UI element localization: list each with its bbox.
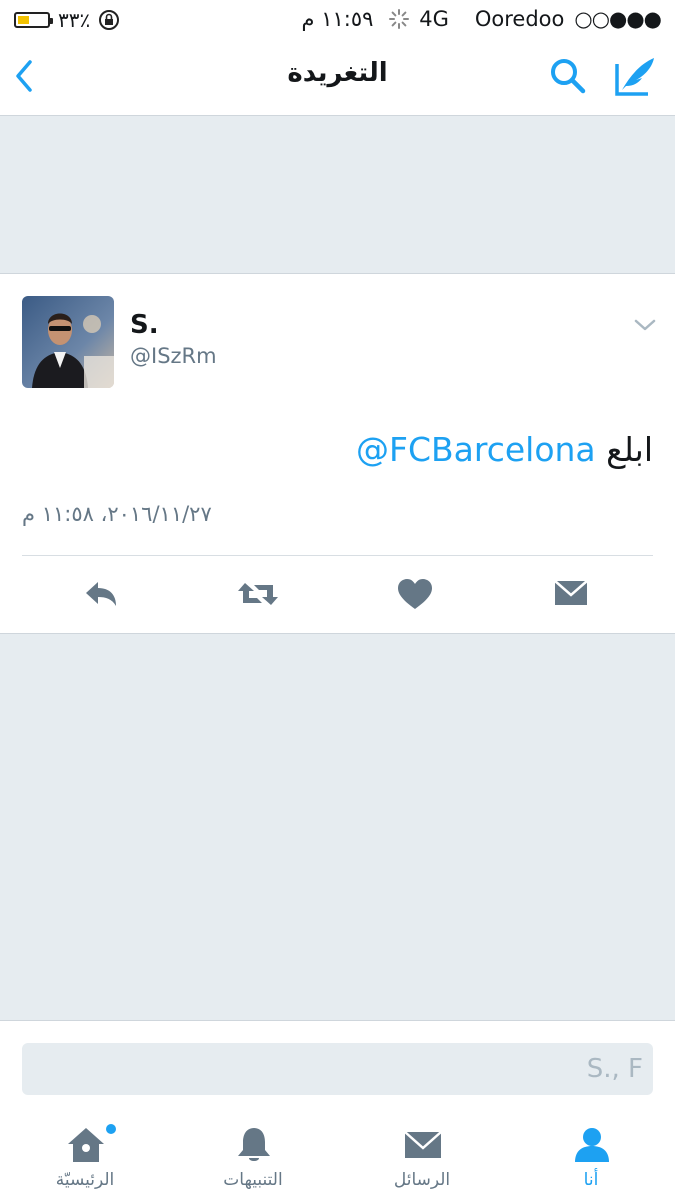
home-icon: [68, 1128, 104, 1162]
loading-spinner-icon: [389, 9, 410, 29]
tab-label: الرسائل: [393, 1170, 451, 1190]
tweet-text: ابلع @FCBarcelona: [356, 430, 653, 469]
tab-me[interactable]: أنا: [526, 1104, 656, 1200]
tab-label: الرئيسيّة: [55, 1170, 115, 1190]
notification-dot: [106, 1124, 116, 1134]
mention-link[interactable]: @FCBarcelona: [356, 430, 596, 469]
compose-tweet-icon[interactable]: [612, 54, 658, 98]
reply-input[interactable]: [22, 1043, 653, 1095]
user-handle[interactable]: @ISzRm: [130, 344, 217, 368]
like-icon[interactable]: [395, 577, 435, 611]
signal-strength: ○○●●●: [574, 7, 662, 31]
divider: [22, 555, 653, 556]
header-spacer: [0, 116, 675, 274]
status-right: 4G Ooredoo ○○●●●: [389, 7, 662, 31]
avatar[interactable]: [22, 296, 114, 388]
status-bar: ٣٣٪ ١١:٥٩ م 4G Ooredoo ○○●●●: [0, 0, 675, 38]
tab-label: التنبيهات: [223, 1170, 283, 1190]
tab-home[interactable]: الرئيسيّة: [20, 1104, 150, 1200]
reply-icon[interactable]: [82, 577, 122, 611]
tweet-word: ابلع: [606, 430, 653, 469]
search-icon[interactable]: [548, 56, 588, 96]
user-photo: [22, 296, 114, 388]
reply-bar: [0, 1020, 675, 1105]
nav-bar: التغريدة: [0, 38, 675, 116]
bell-icon: [238, 1128, 270, 1161]
retweet-icon[interactable]: [236, 577, 280, 611]
profile-icon: [575, 1128, 609, 1162]
tab-messages[interactable]: الرسائل: [357, 1104, 487, 1200]
direct-message-icon[interactable]: [551, 577, 591, 611]
tab-notifications[interactable]: التنبيهات: [188, 1104, 318, 1200]
carrier-name: Ooredoo: [474, 7, 565, 31]
tweet-card: S. @ISzRm ابلع @FCBarcelona ٢٠١٦/١١/٢٧، …: [0, 274, 675, 634]
envelope-icon: [404, 1131, 442, 1158]
tweet-timestamp: ٢٠١٦/١١/٢٧، ١١:٥٨ م: [22, 502, 212, 526]
tab-label: أنا: [583, 1170, 599, 1190]
tab-bar: الرئيسيّة التنبيهات الرسائل أنا: [0, 1104, 675, 1200]
chevron-down-icon[interactable]: [634, 318, 656, 332]
network-type: 4G: [419, 7, 449, 31]
display-name[interactable]: S.: [130, 310, 159, 340]
